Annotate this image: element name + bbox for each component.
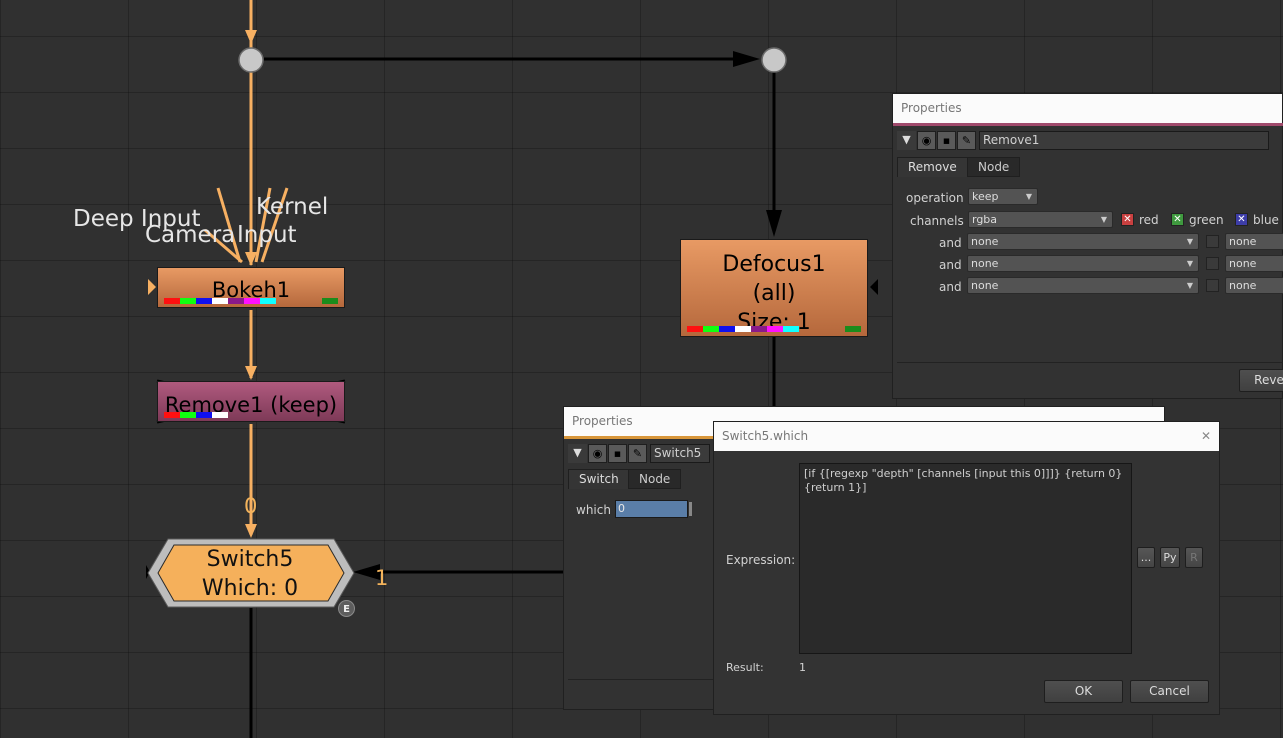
which-label: which [576,503,611,517]
tab-node[interactable]: Node [967,157,1021,177]
ok-button[interactable]: OK [1044,680,1123,703]
and-label: and [939,280,962,294]
tab-remove[interactable]: Remove [897,157,968,177]
revert-button[interactable]: Reve [1239,369,1283,392]
which-slider-handle[interactable] [689,502,692,516]
dot-node-left [238,47,264,73]
wrench-icon[interactable]: ✎ [628,444,647,463]
result-value: 1 [799,661,806,674]
expression-badge-icon: E [338,600,355,617]
more-button[interactable]: ... [1137,547,1155,568]
panel-toolbar: ▼ ◉ ▪ ✎ Switch5 [568,444,710,463]
chevron-down-icon: ▼ [1186,281,1193,290]
and-right-dropdown-3[interactable]: none [1225,277,1283,294]
camera-input-label: Camera [145,222,236,248]
chevron-down-icon: ▼ [1025,192,1032,201]
dialog-titlebar: Switch5.which [714,422,1219,451]
expression-textarea[interactable]: [if {[regexp "depth" [channels [input th… [799,463,1132,654]
kernel-input-label: Kernel [256,194,329,220]
dot-node-right [761,47,787,73]
green-label: green [1189,213,1224,227]
tab-node[interactable]: Node [628,469,682,489]
node-name-field[interactable]: Remove1 [979,131,1269,150]
channels-label: channels [910,214,964,228]
which-input[interactable]: 0 [615,500,688,518]
channel-bar [164,298,276,304]
viewer-icon[interactable]: ◉ [917,131,936,150]
wrench-icon[interactable]: ✎ [957,131,976,150]
chevron-down-icon: ▼ [1186,237,1193,246]
red-checkbox[interactable]: ✕ [1121,213,1134,226]
blue-label: blue [1253,213,1279,227]
result-label: Result: [726,661,764,674]
and-dropdown-1[interactable]: none ▼ [967,233,1199,250]
input-label: Input [237,222,297,248]
channel-bar [687,326,799,332]
channels-dropdown[interactable]: rgba ▼ [968,211,1113,228]
and-right-dropdown-1[interactable]: none [1225,233,1283,250]
switch-node-title: Switch5 [206,547,294,572]
bokeh-node[interactable]: Bokeh1 [157,267,345,308]
switch-input0-label: 0 [244,494,258,518]
expression-dialog: Switch5.which ✕ Expression: [if {[regexp… [713,421,1220,715]
channels-value: rgba [972,213,998,226]
collapse-icon[interactable]: ▼ [568,444,587,463]
operation-label: operation [906,191,964,205]
panel-titlebar: Properties [893,94,1282,123]
remove-node[interactable]: Remove1 (keep) [157,381,345,422]
defocus-node-subtitle: (all) [752,281,796,306]
camera-icon[interactable]: ▪ [937,131,956,150]
defocus-node[interactable]: Defocus1 (all) Size: 1 [680,239,868,337]
and-checkbox-3[interactable] [1206,279,1219,292]
switch-input1-label: 1 [375,566,389,590]
remove-properties-panel: Properties ▼ ◉ ▪ ✎ Remove1 Remove Node o… [892,93,1283,399]
cancel-button[interactable]: Cancel [1130,680,1209,703]
and-right-dropdown-2[interactable]: none [1225,255,1283,272]
python-button[interactable]: Py [1160,547,1180,568]
defocus-node-size: Size: 1 [737,310,811,335]
chevron-down-icon: ▼ [1186,259,1193,268]
and-label: and [939,236,962,250]
operation-value: keep [972,190,999,203]
viewer-icon[interactable]: ◉ [588,444,607,463]
tab-switch[interactable]: Switch [568,469,630,489]
expression-label: Expression: [726,553,796,567]
camera-icon[interactable]: ▪ [608,444,627,463]
and-checkbox-2[interactable] [1206,257,1219,270]
and-checkbox-1[interactable] [1206,235,1219,248]
channel-bar [164,412,228,418]
red-label: red [1139,213,1159,227]
chevron-down-icon: ▼ [1100,215,1107,224]
panel-toolbar: ▼ ◉ ▪ ✎ Remove1 [897,131,1269,150]
operation-dropdown[interactable]: keep ▼ [968,188,1038,205]
switch-node-which: Which: 0 [201,576,299,601]
blue-checkbox[interactable]: ✕ [1235,213,1248,226]
and-dropdown-2[interactable]: none ▼ [967,255,1199,272]
switch-node[interactable]: Switch5 Which: 0 [150,545,350,603]
defocus-node-title: Defocus1 [722,252,826,277]
collapse-icon[interactable]: ▼ [897,131,916,150]
green-checkbox[interactable]: ✕ [1171,213,1184,226]
node-name-field[interactable]: Switch5 [650,444,710,463]
close-icon[interactable]: ✕ [1198,428,1214,444]
r-button[interactable]: R [1185,547,1203,568]
and-label: and [939,258,962,272]
and-dropdown-3[interactable]: none ▼ [967,277,1199,294]
